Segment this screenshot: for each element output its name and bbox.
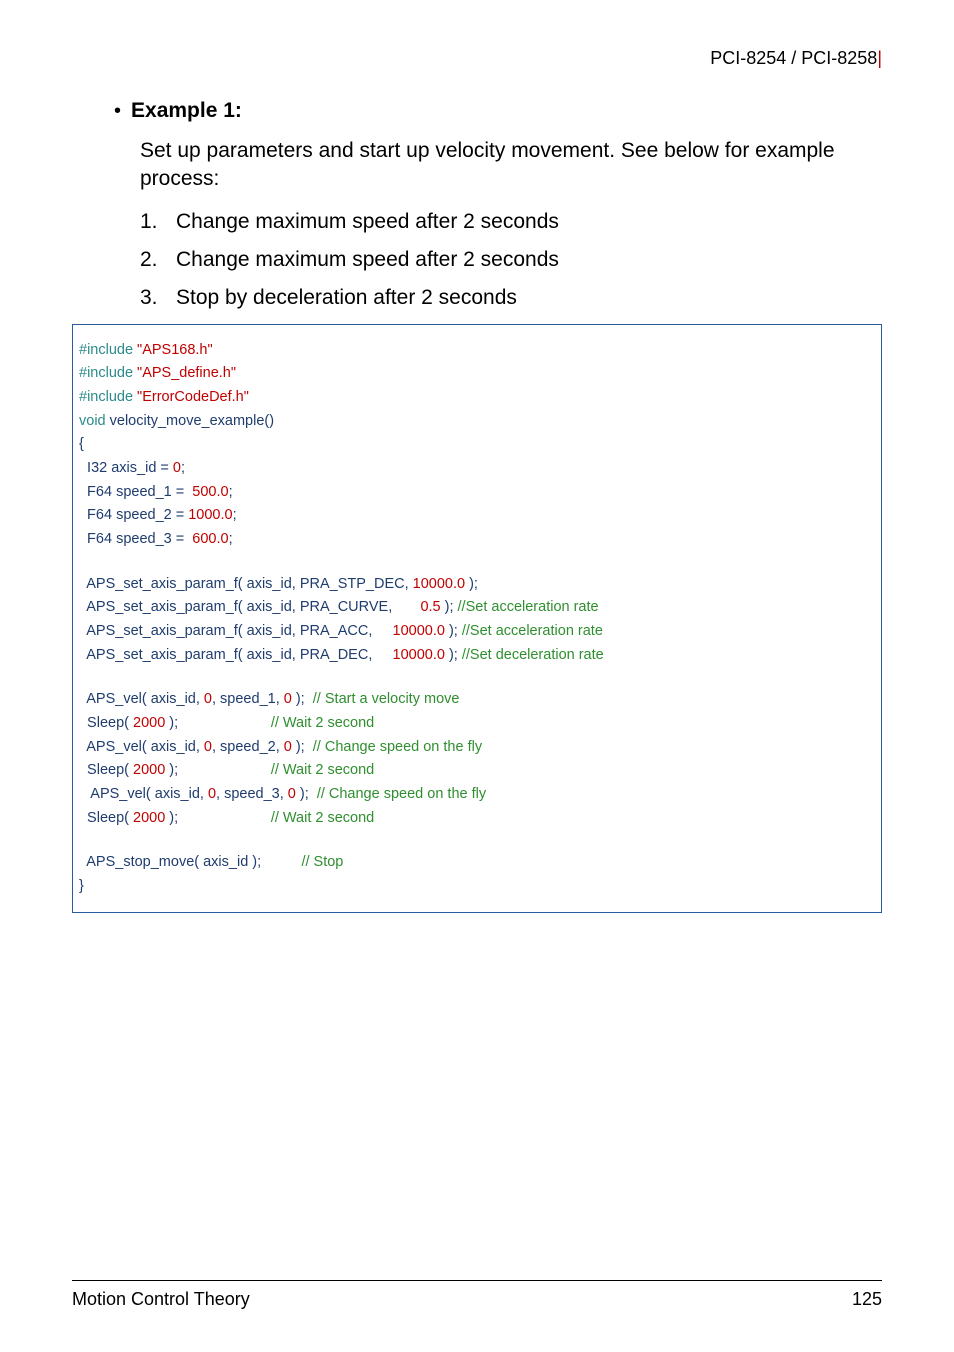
blank-line [79, 555, 875, 569]
intro-text: Set up parameters and start up velocity … [140, 137, 872, 194]
blank-line [79, 833, 875, 847]
step-number: 1. [140, 210, 162, 234]
list-item: 1. Change maximum speed after 2 seconds [140, 210, 882, 234]
page-footer: Motion Control Theory 125 [72, 1280, 882, 1310]
code-line: #include "ErrorCodeDef.h" [79, 389, 875, 406]
code-line: Sleep( 2000 ); // Wait 2 second [79, 810, 875, 827]
code-line: APS_set_axis_param_f( axis_id, PRA_STP_D… [79, 576, 875, 593]
code-line: APS_set_axis_param_f( axis_id, PRA_DEC, … [79, 647, 875, 664]
code-line: APS_stop_move( axis_id ); // Stop [79, 854, 875, 871]
product-b: PCI-8258 [801, 48, 877, 68]
step-list: 1. Change maximum speed after 2 seconds … [140, 210, 882, 310]
step-text: Stop by deceleration after 2 seconds [176, 286, 517, 310]
step-text: Change maximum speed after 2 seconds [176, 248, 559, 272]
product-a: PCI-8254 [710, 48, 786, 68]
code-line: Sleep( 2000 ); // Wait 2 second [79, 762, 875, 779]
header-bar: | [877, 48, 882, 68]
list-item: 2. Change maximum speed after 2 seconds [140, 248, 882, 272]
bullet-dot: • [114, 99, 121, 123]
step-number: 2. [140, 248, 162, 272]
page-header: PCI-8254 / PCI-8258| [72, 48, 882, 69]
code-line: I32 axis_id = 0; [79, 460, 875, 477]
code-line: #include "APS_define.h" [79, 365, 875, 382]
code-line: APS_set_axis_param_f( axis_id, PRA_CURVE… [79, 599, 875, 616]
blank-line [79, 670, 875, 684]
code-line: APS_vel( axis_id, 0, speed_1, 0 ); // St… [79, 691, 875, 708]
example-title: Example 1: [131, 99, 242, 123]
code-line: } [79, 878, 875, 895]
code-line: APS_vel( axis_id, 0, speed_2, 0 ); // Ch… [79, 739, 875, 756]
code-line: F64 speed_2 = 1000.0; [79, 507, 875, 524]
code-line: void velocity_move_example() [79, 413, 875, 430]
code-line: APS_set_axis_param_f( axis_id, PRA_ACC, … [79, 623, 875, 640]
code-line: { [79, 436, 875, 453]
code-line: APS_vel( axis_id, 0, speed_3, 0 ); // Ch… [79, 786, 875, 803]
code-line: Sleep( 2000 ); // Wait 2 second [79, 715, 875, 732]
code-line: F64 speed_3 = 600.0; [79, 531, 875, 548]
code-line: #include "APS168.h" [79, 342, 875, 359]
code-block: #include "APS168.h" #include "APS_define… [72, 324, 882, 913]
footer-left: Motion Control Theory [72, 1289, 250, 1310]
header-sep: / [786, 48, 801, 68]
example-bullet: • Example 1: [114, 99, 882, 123]
step-number: 3. [140, 286, 162, 310]
code-line: F64 speed_1 = 500.0; [79, 484, 875, 501]
page-number: 125 [852, 1289, 882, 1310]
list-item: 3. Stop by deceleration after 2 seconds [140, 286, 882, 310]
step-text: Change maximum speed after 2 seconds [176, 210, 559, 234]
